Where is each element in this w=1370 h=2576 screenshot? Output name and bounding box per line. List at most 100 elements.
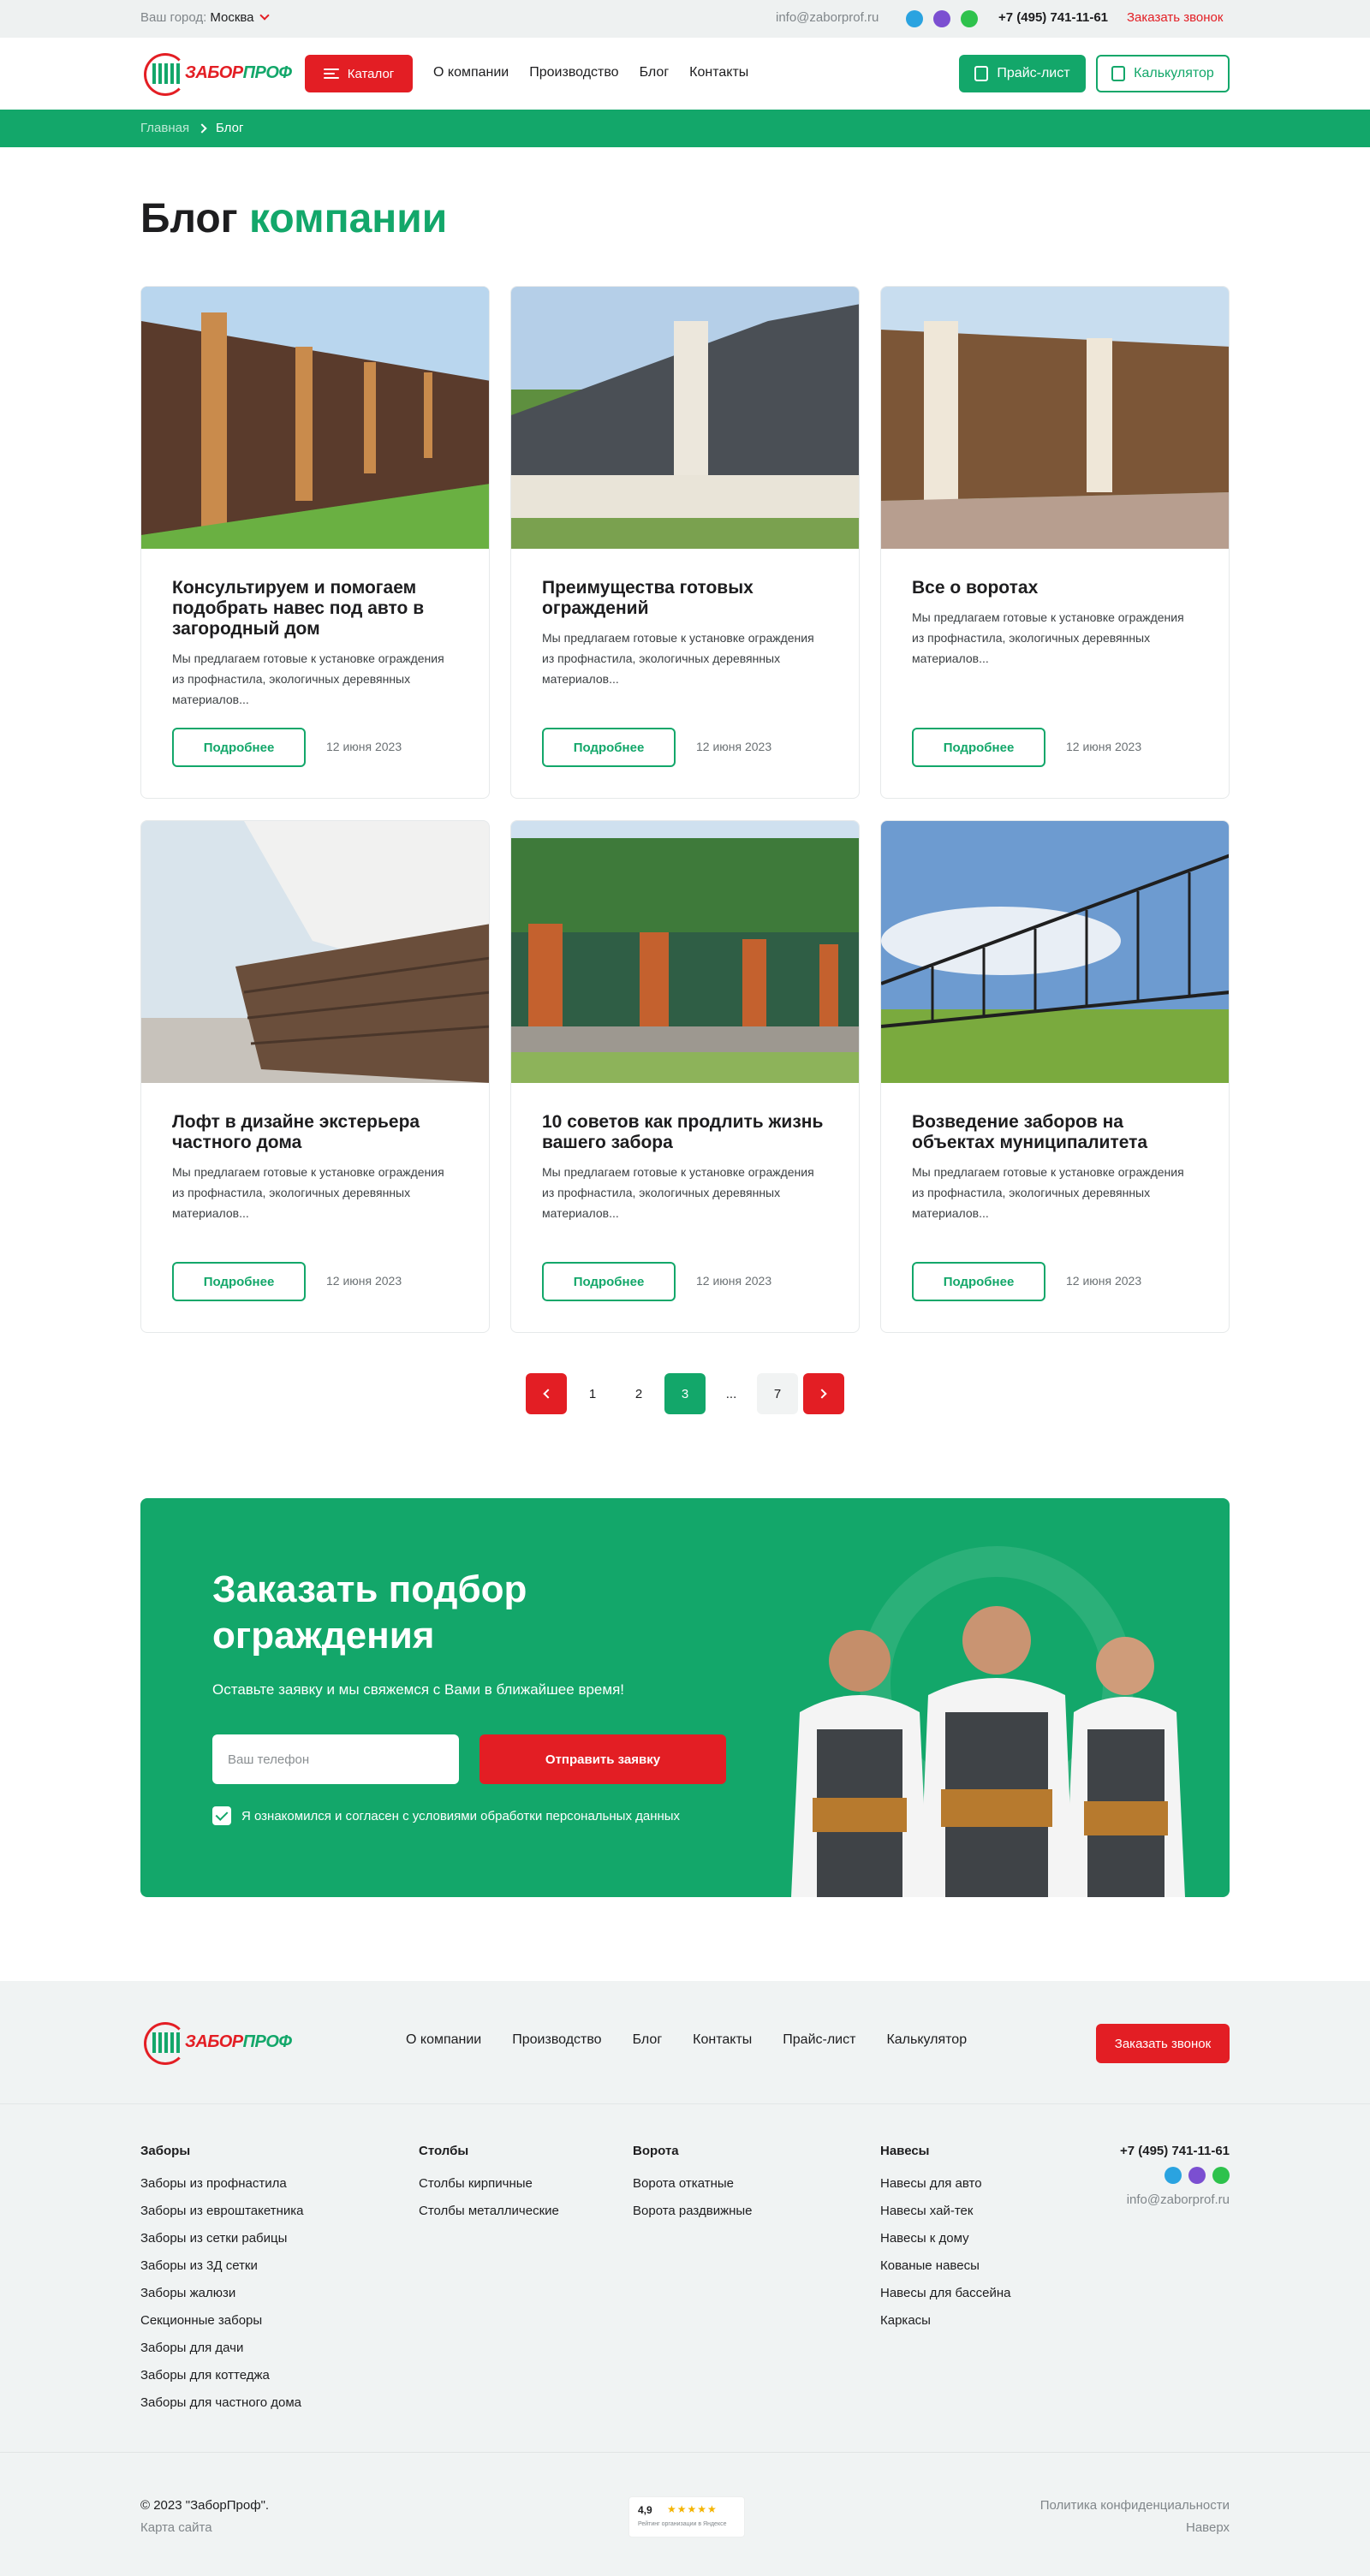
post-title[interactable]: Консультируем и помогаем подобрать навес… [172, 578, 463, 640]
footer-link[interactable]: Заборы из сетки рабицы [140, 2225, 303, 2252]
footer-link[interactable]: Заборы для дачи [140, 2335, 303, 2362]
footer-nav-price[interactable]: Прайс-лист [783, 2032, 855, 2048]
footer-link[interactable]: Навесы хай-тек [880, 2198, 1011, 2225]
post-title[interactable]: Лофт в дизайне экстерьера частного дома [172, 1112, 463, 1153]
price-list-label: Прайс-лист [997, 66, 1070, 80]
footer-nav-contacts[interactable]: Контакты [693, 2032, 752, 2048]
page-7[interactable]: 7 [757, 1373, 798, 1414]
logo-text: ЗАБОРПРОФ [185, 2032, 292, 2051]
blog-card[interactable]: Все о воротах Мы предлагаем готовые к ус… [880, 286, 1230, 799]
footer-link[interactable]: Секционные заборы [140, 2307, 303, 2335]
page-3-current[interactable]: 3 [664, 1373, 706, 1414]
page-title: Блог компании [140, 196, 448, 241]
footer-link[interactable]: Заборы для частного дома [140, 2389, 303, 2417]
footer-nav-blog[interactable]: Блог [633, 2032, 663, 2048]
read-more-button[interactable]: Подробнее [172, 728, 306, 767]
footer-link[interactable]: Ворота откатные [633, 2170, 753, 2198]
footer-link[interactable]: Заборы жалюзи [140, 2280, 303, 2307]
page-1[interactable]: 1 [572, 1373, 613, 1414]
top-phone-link[interactable]: +7 (495) 741-11-61 [998, 10, 1108, 25]
city-selector[interactable]: Ваш город: Москва [140, 10, 270, 25]
workers-photo [791, 1606, 1185, 1897]
footer-logo[interactable]: ЗАБОРПРОФ [140, 2019, 292, 2067]
blog-card[interactable]: 10 советов как продлить жизнь вашего заб… [510, 820, 860, 1333]
footer-nav-calculator[interactable]: Калькулятор [886, 2032, 967, 2048]
footer-link[interactable]: Заборы из 3Д сетки [140, 2252, 303, 2280]
calculator-label: Калькулятор [1134, 66, 1214, 80]
footer-email[interactable]: info@zaborprof.ru [1120, 2192, 1230, 2207]
read-more-button[interactable]: Подробнее [542, 728, 676, 767]
next-page-button[interactable] [803, 1373, 844, 1414]
post-title[interactable]: Возведение заборов на объектах муниципал… [912, 1112, 1203, 1153]
phone-input[interactable] [212, 1734, 459, 1784]
footer-nav: О компании Производство Блог Контакты Пр… [406, 2032, 967, 2048]
footer-link[interactable]: Каркасы [880, 2307, 1011, 2335]
post-date: 12 июня 2023 [326, 740, 402, 753]
footer-link[interactable]: Кованые навесы [880, 2252, 1011, 2280]
blog-card[interactable]: Консультируем и помогаем подобрать навес… [140, 286, 490, 799]
submit-request-button[interactable]: Отправить заявку [480, 1734, 726, 1784]
post-title[interactable]: 10 советов как продлить жизнь вашего заб… [542, 1112, 833, 1153]
page-2[interactable]: 2 [618, 1373, 659, 1414]
post-date: 12 июня 2023 [696, 1274, 772, 1288]
main-nav: О компании Производство Блог Контакты [433, 65, 748, 80]
viber-icon[interactable] [933, 10, 950, 27]
privacy-policy-link[interactable]: Политика конфиденциальности [1040, 2498, 1230, 2513]
prev-page-button[interactable] [526, 1373, 567, 1414]
footer-link[interactable]: Навесы для авто [880, 2170, 1011, 2198]
catalog-button[interactable]: Каталог [305, 55, 413, 92]
yandex-rating-badge[interactable]: 4,9 ★★★★★ Рейтинг организации в Яндексе [628, 2496, 745, 2537]
footer-column-title: Столбы [419, 2144, 469, 2158]
footer-socials [1120, 2167, 1230, 2184]
back-to-top-link[interactable]: Наверх [1186, 2520, 1230, 2535]
consent-checkbox[interactable] [212, 1806, 231, 1825]
footer-link[interactable]: Заборы для коттеджа [140, 2362, 303, 2389]
footer-contacts: +7 (495) 741-11-61 info@zaborprof.ru [1120, 2144, 1230, 2207]
read-more-button[interactable]: Подробнее [172, 1262, 306, 1301]
post-title[interactable]: Преимущества готовых ограждений [542, 578, 833, 619]
footer-column-gates: Ворота Ворота откатные Ворота раздвижные [633, 2144, 753, 2225]
rating-value: 4,9 [638, 2504, 652, 2516]
footer-link[interactable]: Навесы к дому [880, 2225, 1011, 2252]
blog-card[interactable]: Возведение заборов на объектах муниципал… [880, 820, 1230, 1333]
nav-item-contacts[interactable]: Контакты [689, 65, 748, 80]
footer-column-canopies: Навесы Навесы для авто Навесы хай-тек На… [880, 2144, 1011, 2335]
whatsapp-icon[interactable] [1212, 2167, 1230, 2184]
logo[interactable]: ЗАБОРПРОФ [140, 50, 292, 98]
read-more-button[interactable]: Подробнее [912, 728, 1045, 767]
post-title[interactable]: Все о воротах [912, 578, 1203, 598]
footer-nav-about[interactable]: О компании [406, 2032, 481, 2048]
blog-card[interactable]: Лофт в дизайне экстерьера частного дома … [140, 820, 490, 1333]
telegram-icon[interactable] [1164, 2167, 1182, 2184]
footer-link[interactable]: Ворота раздвижные [633, 2198, 753, 2225]
footer-nav-production[interactable]: Производство [512, 2032, 601, 2048]
breadcrumb-home[interactable]: Главная [140, 121, 189, 135]
nav-item-production[interactable]: Производство [529, 65, 618, 80]
post-image [141, 287, 489, 549]
sitemap-link[interactable]: Карта сайта [140, 2520, 212, 2535]
nav-item-about[interactable]: О компании [433, 65, 509, 80]
calculator-button[interactable]: Калькулятор [1096, 55, 1230, 92]
post-excerpt: Мы предлагаем готовые к установке огражд… [542, 1165, 814, 1220]
footer-main: Заборы Заборы из профнастила Заборы из е… [0, 2104, 1370, 2576]
footer-link[interactable]: Навесы для бассейна [880, 2280, 1011, 2307]
read-more-button[interactable]: Подробнее [542, 1262, 676, 1301]
post-excerpt: Мы предлагаем готовые к установке огражд… [542, 631, 814, 686]
read-more-button[interactable]: Подробнее [912, 1262, 1045, 1301]
footer-link[interactable]: Заборы из профнастила [140, 2170, 303, 2198]
top-callback-link[interactable]: Заказать звонок [1127, 10, 1223, 25]
nav-item-blog[interactable]: Блог [640, 65, 670, 80]
top-email-link[interactable]: info@zaborprof.ru [776, 10, 879, 25]
blog-card[interactable]: Преимущества готовых ограждений Мы предл… [510, 286, 860, 799]
price-list-button[interactable]: Прайс-лист [959, 55, 1086, 92]
footer-callback-button[interactable]: Заказать звонок [1096, 2024, 1230, 2063]
footer-column-posts: Столбы Столбы кирпичные Столбы металличе… [419, 2144, 559, 2225]
chevron-down-icon [259, 10, 270, 21]
whatsapp-icon[interactable] [961, 10, 978, 27]
footer-link[interactable]: Столбы металлические [419, 2198, 559, 2225]
viber-icon[interactable] [1188, 2167, 1206, 2184]
telegram-icon[interactable] [906, 10, 923, 27]
footer-phone[interactable]: +7 (495) 741-11-61 [1120, 2144, 1230, 2158]
footer-link[interactable]: Столбы кирпичные [419, 2170, 559, 2198]
footer-link[interactable]: Заборы из евроштакетника [140, 2198, 303, 2225]
